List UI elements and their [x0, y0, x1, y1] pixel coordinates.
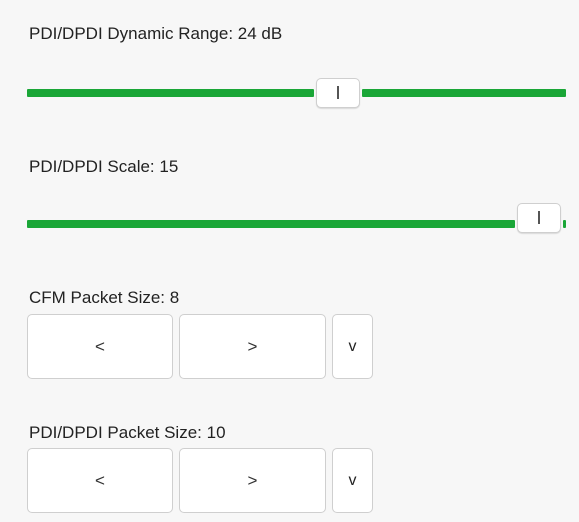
cfm-packet-prev-button[interactable]: < — [27, 314, 173, 379]
settings-panel: PDI/DPDI Dynamic Range: 24 dB PDI/DPDI S… — [0, 0, 579, 522]
dynamic-range-slider-thumb[interactable] — [316, 78, 360, 108]
pdi-packet-prev-button[interactable]: < — [27, 448, 173, 513]
pdi-packet-size-label: PDI/DPDI Packet Size: 10 — [29, 423, 226, 442]
pdi-packet-next-button[interactable]: > — [179, 448, 326, 513]
scale-slider-thumb[interactable] — [517, 203, 561, 233]
cfm-packet-next-button[interactable]: > — [179, 314, 326, 379]
dynamic-range-track-filled[interactable] — [27, 89, 314, 97]
dynamic-range-track[interactable] — [362, 89, 566, 97]
slider-grip-icon — [538, 211, 540, 224]
pdi-packet-dropdown-button[interactable]: v — [332, 448, 373, 513]
slider-grip-icon — [337, 86, 339, 99]
scale-track[interactable] — [563, 220, 566, 228]
scale-track-filled[interactable] — [27, 220, 515, 228]
scale-label: PDI/DPDI Scale: 15 — [29, 157, 179, 176]
cfm-packet-dropdown-button[interactable]: v — [332, 314, 373, 379]
dynamic-range-label: PDI/DPDI Dynamic Range: 24 dB — [29, 24, 283, 43]
cfm-packet-size-label: CFM Packet Size: 8 — [29, 288, 180, 307]
